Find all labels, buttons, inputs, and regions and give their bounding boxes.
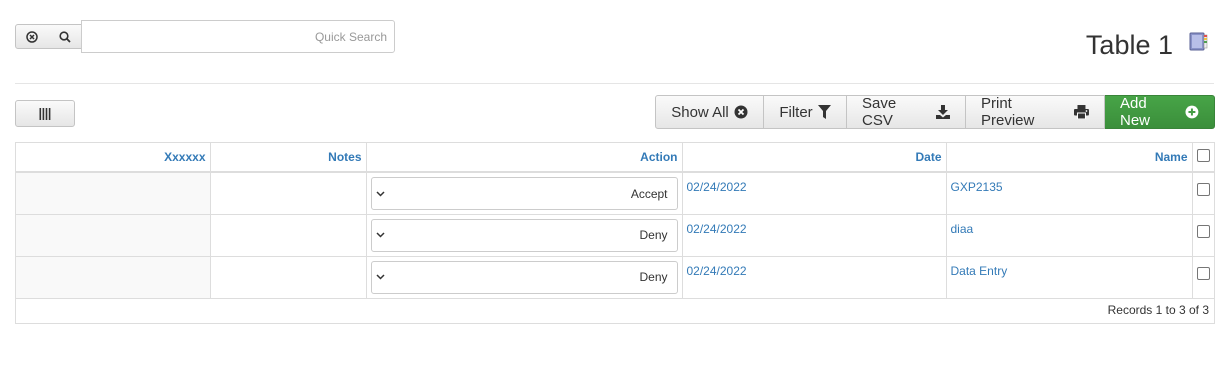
notes-cell	[210, 256, 367, 299]
row-select-cell	[1192, 172, 1214, 215]
columns-icon	[39, 107, 51, 120]
filter-label: Filter	[779, 103, 813, 121]
chevron-down-icon	[375, 190, 385, 197]
xxxxxx-cell	[16, 172, 211, 215]
page-title: Table 1	[1085, 30, 1173, 60]
table-header-row: Xxxxxx Notes Action Date Name	[16, 143, 1214, 173]
search-button[interactable]	[48, 24, 82, 49]
action-cell: Deny	[366, 214, 683, 257]
download-icon	[936, 105, 950, 119]
table-row: Accept 02/24/2022 GXP2135	[16, 172, 1214, 215]
magnifier-icon	[58, 30, 71, 43]
row-select-cell	[1192, 256, 1214, 299]
row-checkbox[interactable]	[1196, 224, 1210, 238]
clear-circle-icon	[734, 105, 748, 119]
xxxxxx-cell	[16, 256, 211, 299]
records-info: Records 1 to 3 of 3	[1107, 303, 1209, 317]
show-all-button[interactable]: Show All	[655, 95, 764, 129]
book-icon[interactable]	[1188, 32, 1209, 55]
data-table: Xxxxxx Notes Action Date Name Accept 02/…	[15, 142, 1215, 324]
column-header-notes[interactable]: Notes	[210, 143, 367, 173]
date-cell: 02/24/2022	[682, 172, 947, 215]
name-cell: diaa	[946, 214, 1193, 257]
show-all-label: Show All	[671, 103, 729, 121]
quick-search-input[interactable]	[81, 20, 395, 53]
table-row: Deny 02/24/2022 diaa	[16, 214, 1214, 257]
notes-cell	[210, 172, 367, 215]
add-new-label: Add New	[1120, 95, 1151, 129]
printer-icon	[1074, 105, 1089, 119]
filter-button[interactable]: Filter	[764, 95, 847, 129]
row-checkbox[interactable]	[1196, 266, 1210, 280]
column-header-name[interactable]: Name	[946, 143, 1193, 173]
name-link[interactable]: GXP2135	[951, 180, 1003, 194]
select-all-checkbox[interactable]	[1196, 149, 1210, 162]
action-select[interactable]: Deny	[370, 260, 678, 294]
action-select-value: Deny	[639, 228, 668, 242]
columns-button[interactable]	[15, 100, 75, 127]
notes-cell	[210, 214, 367, 257]
row-checkbox[interactable]	[1196, 183, 1210, 196]
date-link[interactable]: 02/24/2022	[687, 180, 747, 194]
clear-search-button[interactable]	[15, 24, 49, 49]
save-csv-button[interactable]: Save CSV	[847, 95, 966, 129]
column-header-xxxxxx[interactable]: Xxxxxx	[16, 143, 211, 173]
row-select-cell	[1192, 214, 1214, 257]
column-header-action[interactable]: Action	[366, 143, 683, 173]
select-all-cell	[1192, 143, 1214, 173]
name-cell: Data Entry	[946, 256, 1193, 299]
xxxxxx-cell	[16, 214, 211, 257]
action-select[interactable]: Deny	[370, 218, 678, 252]
date-link[interactable]: 02/24/2022	[687, 222, 747, 236]
filter-icon	[817, 105, 831, 119]
action-select-value: Accept	[630, 186, 668, 201]
plus-circle-icon	[1185, 105, 1199, 119]
date-cell: 02/24/2022	[682, 256, 947, 299]
name-link[interactable]: Data Entry	[951, 264, 1008, 278]
date-cell: 02/24/2022	[682, 214, 947, 257]
add-new-button[interactable]: Add New	[1105, 95, 1215, 129]
print-preview-label: Print Preview	[981, 95, 1035, 129]
column-header-date[interactable]: Date	[682, 143, 947, 173]
save-csv-label: Save CSV	[862, 95, 897, 129]
action-cell: Deny	[366, 256, 683, 299]
action-cell: Accept	[366, 172, 683, 215]
print-preview-button[interactable]: Print Preview	[966, 95, 1105, 129]
chevron-down-icon	[375, 274, 385, 280]
date-link[interactable]: 02/24/2022	[687, 264, 747, 278]
name-cell: GXP2135	[946, 172, 1193, 215]
action-select-value: Deny	[639, 270, 668, 284]
chevron-down-icon	[375, 232, 385, 238]
action-select[interactable]: Accept	[370, 177, 678, 210]
table-toolbar: Show All Filter Save CSV Print Preview A…	[655, 95, 1215, 129]
header-divider	[15, 83, 1214, 84]
clear-circle-icon	[26, 30, 38, 43]
name-link[interactable]: diaa	[951, 222, 974, 236]
table-row: Deny 02/24/2022 Data Entry	[16, 256, 1214, 299]
